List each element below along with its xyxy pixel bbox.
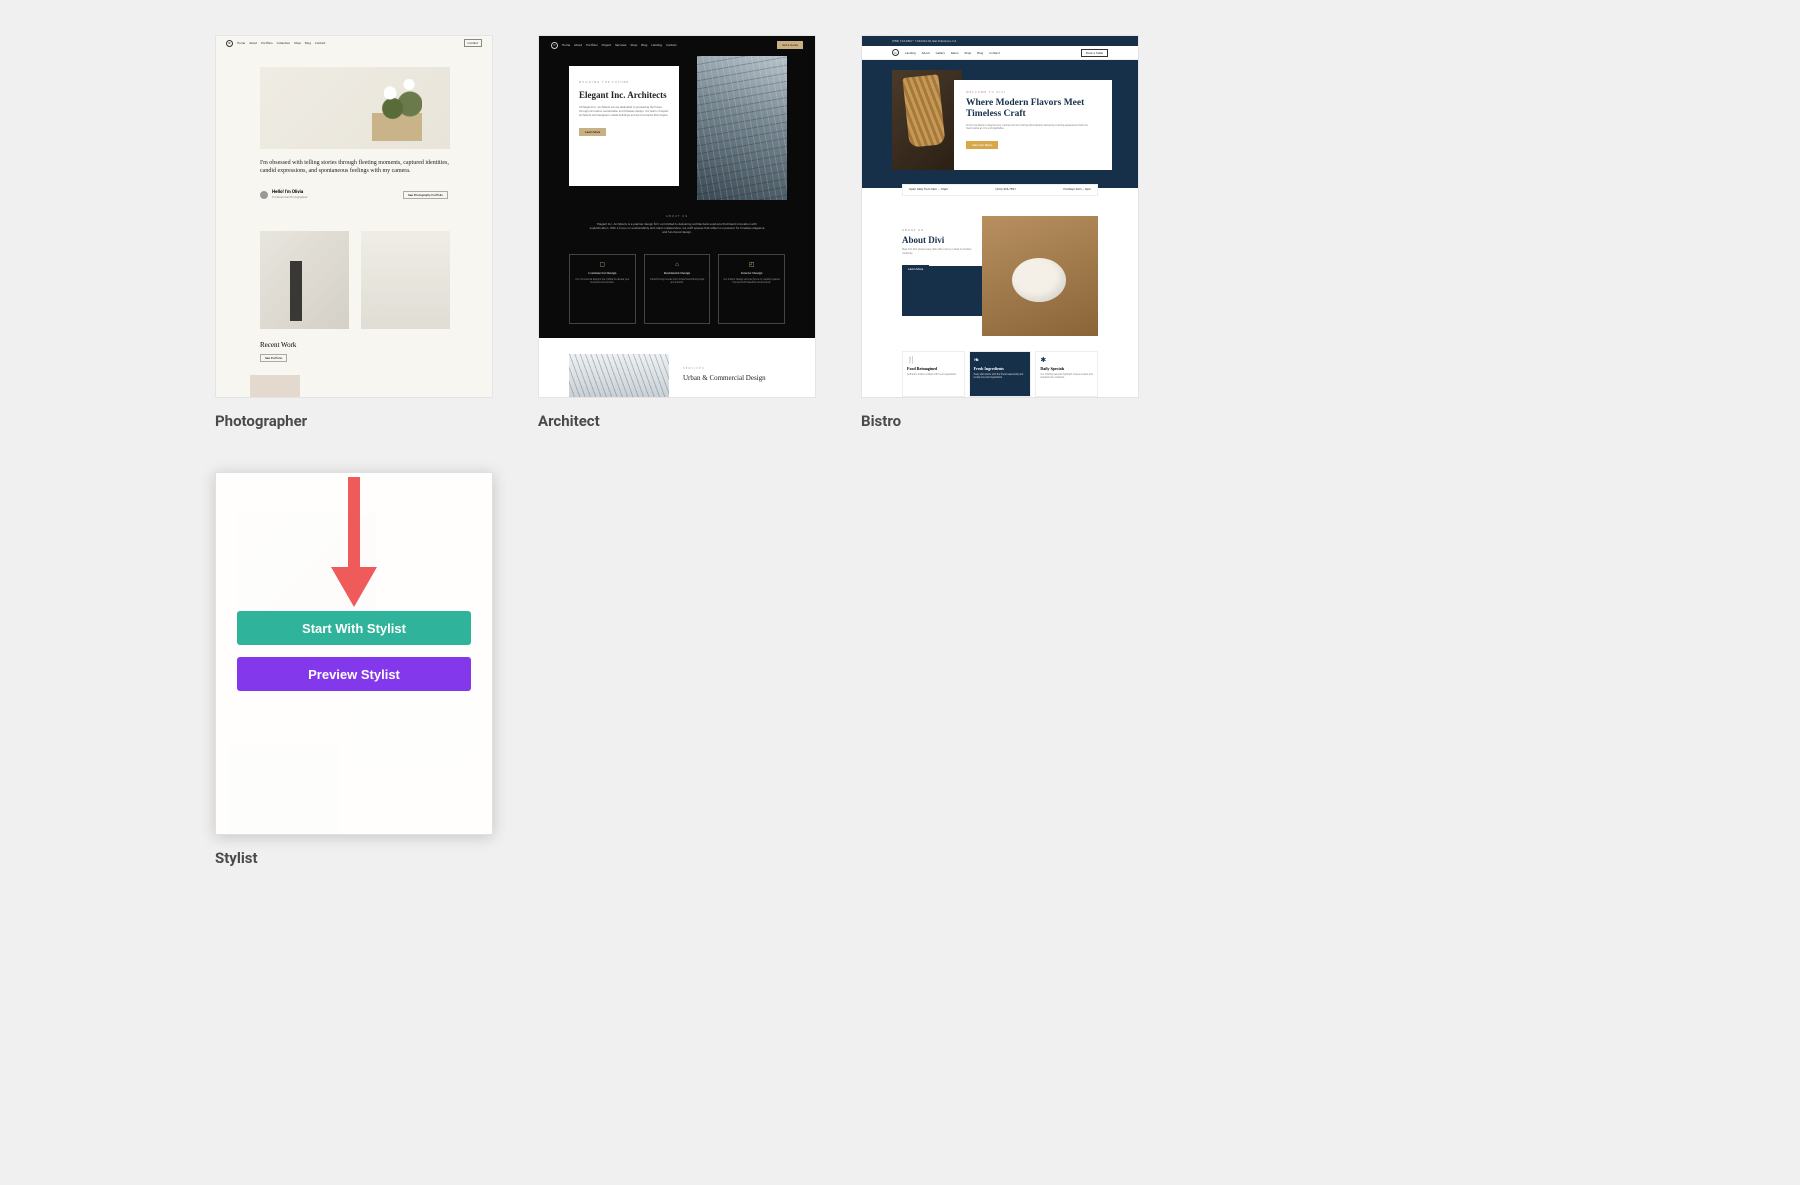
template-card-stylist[interactable]: Start With Stylist Preview Stylist Styli… [215, 472, 493, 867]
recent-thumb [250, 375, 300, 397]
preview-template-button[interactable]: Preview Stylist [237, 657, 471, 691]
hero-image [260, 67, 450, 149]
author-block: Hello! I'm Olivia Professional Photograp… [260, 190, 308, 199]
template-title: Architect [538, 412, 816, 430]
avatar-icon [260, 191, 268, 199]
building-icon: ▢ [574, 261, 631, 268]
divi-logo-icon: D [551, 42, 558, 49]
about-block: ABOUT US Elegant Inc. Architects is a pr… [539, 214, 815, 239]
hero-image [697, 56, 787, 200]
recent-heading: Recent Work [260, 341, 296, 349]
portfolio-button: See Photography Portfolio [403, 191, 448, 199]
hero-image [892, 70, 962, 170]
template-card-photographer[interactable]: D Home About Portfolio Collection Shop B… [215, 35, 493, 430]
template-gallery: D Home About Portfolio Collection Shop B… [0, 0, 1800, 867]
template-card-bistro[interactable]: (555) 123-4567 • 1234 Divi St, San Franc… [861, 35, 1139, 430]
info-bar: Open Daily from 9am – 10pm (234) 456-789… [902, 184, 1098, 196]
start-with-template-button[interactable]: Start With Stylist [237, 611, 471, 645]
template-card-architect[interactable]: D Home About Portfolio Project Services … [538, 35, 816, 430]
divi-logo-icon: D [226, 40, 233, 47]
template-thumbnail: (555) 123-4567 • 1234 Divi St, San Franc… [861, 35, 1139, 398]
about-section: ABOUT US About Divi Step into Divi where… [902, 216, 1098, 339]
feature-cards: ▢ Commercial Design Our commercial desig… [569, 254, 785, 324]
interior-icon: ◰ [723, 261, 780, 268]
template-thumbnail: D Home About Portfolio Collection Shop B… [215, 35, 493, 398]
leaf-icon: ❧ [974, 356, 1027, 364]
hero-text: BUILDING THE FUTURE Elegant Inc. Archite… [569, 66, 679, 186]
template-title: Bistro [861, 412, 1139, 430]
recent-button: See Portfolio [260, 354, 287, 362]
fork-icon: 🍴 [907, 356, 960, 364]
star-icon: ✱ [1040, 356, 1093, 364]
template-thumbnail: Start With Stylist Preview Stylist [215, 472, 493, 835]
feature-row: 🍴 Food Reimagined Authentic dishes craft… [902, 351, 1098, 397]
divi-logo-icon: D [892, 49, 899, 56]
bottom-image [569, 354, 669, 398]
arrow-down-icon [331, 477, 377, 607]
about-image [982, 216, 1098, 336]
hover-overlay: Start With Stylist Preview Stylist [216, 473, 492, 834]
template-thumbnail: D Home About Portfolio Project Services … [538, 35, 816, 398]
template-title: Stylist [215, 849, 493, 867]
home-icon: ⌂ [649, 261, 706, 268]
hero-card: WELCOME TO DIVI Where Modern Flavors Mee… [954, 80, 1112, 170]
mini-nav: D Home About Portfolio Project Services … [539, 40, 815, 50]
image-tiles [260, 231, 450, 329]
template-title: Photographer [215, 412, 493, 430]
mini-nav: D Home About Portfolio Collection Shop B… [216, 36, 492, 50]
hero-quote: I'm obsessed with telling stories throug… [260, 159, 450, 175]
